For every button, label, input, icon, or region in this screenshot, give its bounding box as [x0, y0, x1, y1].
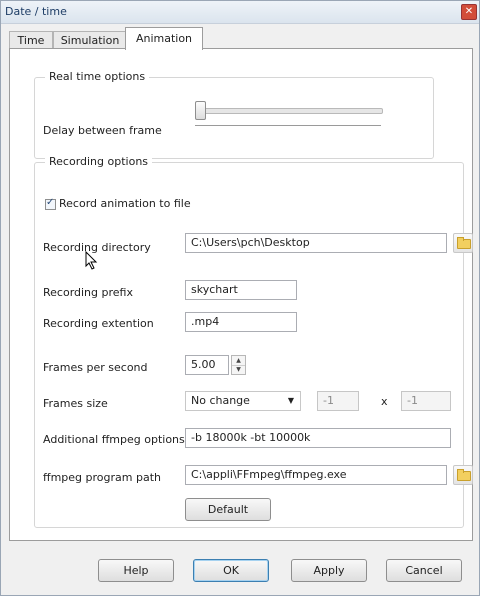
checkmark-icon: ✓ [46, 197, 55, 208]
recording-directory-browse-button[interactable] [453, 233, 473, 253]
ffmpeg-options-input[interactable]: -b 18000k -bt 10000k [185, 428, 451, 448]
realtime-options-title: Real time options [45, 70, 150, 83]
tab-animation[interactable]: Animation [125, 27, 203, 50]
recording-extension-input[interactable]: .mp4 [185, 312, 297, 332]
realtime-options-group: Real time options Delay between frame [34, 70, 434, 159]
fps-label: Frames per second [43, 361, 148, 374]
ffmpeg-path-browse-button[interactable] [453, 465, 473, 485]
recording-options-title: Recording options [45, 155, 153, 168]
delay-slider-track[interactable] [195, 108, 383, 114]
delay-slider-ticks [195, 125, 381, 126]
frames-size-label: Frames size [43, 397, 108, 410]
ffmpeg-path-label: ffmpeg program path [43, 471, 161, 484]
window-title: Date / time [5, 5, 67, 18]
ffmpeg-options-label: Additional ffmpeg options [43, 433, 185, 446]
close-button[interactable]: ✕ [461, 4, 477, 20]
delay-slider-thumb[interactable] [195, 101, 206, 120]
apply-button[interactable]: Apply [291, 559, 367, 582]
frames-size-select[interactable]: No change ▼ [185, 391, 301, 411]
cancel-button[interactable]: Cancel [386, 559, 462, 582]
fps-spinner[interactable]: ▲ ▼ [231, 355, 246, 375]
recording-options-group: Recording options ✓ Record animation to … [34, 155, 473, 528]
animation-panel: Real time options Delay between frame Re… [9, 48, 473, 541]
frames-width-input[interactable]: -1 [317, 391, 359, 411]
folder-icon [457, 469, 471, 481]
frames-height-input[interactable]: -1 [401, 391, 451, 411]
frames-size-value: No change [191, 394, 250, 407]
recording-prefix-label: Recording prefix [43, 286, 133, 299]
default-button[interactable]: Default [185, 498, 271, 521]
folder-icon [457, 237, 471, 249]
dropdown-arrow-icon: ▼ [287, 396, 294, 405]
fps-input[interactable]: 5.00 [185, 355, 229, 375]
ok-button[interactable]: OK [193, 559, 269, 582]
date-time-dialog: Date / time ✕ Time Simulation Animation … [0, 0, 480, 596]
record-animation-checkbox[interactable]: ✓ [45, 197, 56, 210]
recording-directory-input[interactable]: C:\Users\pch\Desktop [185, 233, 447, 253]
frames-size-separator: x [381, 395, 388, 408]
ffmpeg-path-input[interactable]: C:\appli\FFmpeg\ffmpeg.exe [185, 465, 447, 485]
record-animation-label[interactable]: Record animation to file [59, 197, 191, 210]
mouse-cursor-icon [85, 251, 98, 270]
recording-extension-label: Recording extention [43, 317, 154, 330]
spin-down-icon[interactable]: ▼ [232, 365, 245, 374]
delay-label: Delay between frame [43, 124, 162, 137]
recording-prefix-input[interactable]: skychart [185, 280, 297, 300]
help-button[interactable]: Help [98, 559, 174, 582]
title-bar: Date / time ✕ [1, 1, 479, 24]
